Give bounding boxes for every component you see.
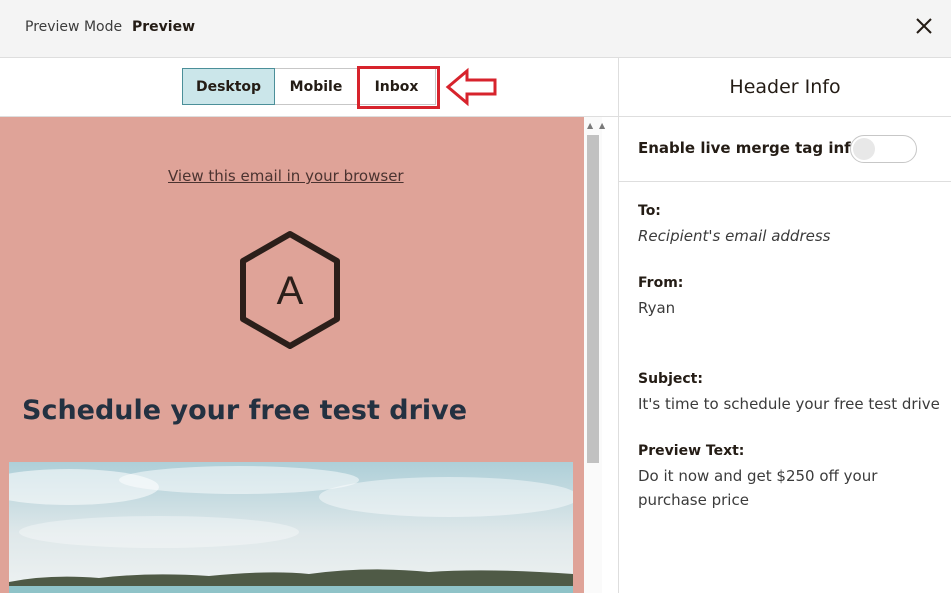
- preview-mode-label: Preview Mode: [25, 19, 123, 35]
- close-icon[interactable]: [913, 15, 935, 37]
- top-bar: Preview Mode Preview: [0, 0, 951, 58]
- email-headline: Schedule your free test drive: [22, 395, 468, 426]
- from-value: Ryan: [638, 299, 676, 317]
- preview-scrollbar[interactable]: ▲ ▲: [584, 117, 605, 593]
- from-label: From:: [638, 275, 684, 291]
- scroll-up-icon[interactable]: ▲: [599, 121, 605, 130]
- email-preview: View this email in your browser A Schedu…: [0, 117, 584, 593]
- to-value: Recipient's email address: [638, 227, 831, 245]
- merge-tag-row: Enable live merge tag info: [619, 117, 951, 182]
- inbox-highlight-box: [357, 66, 440, 109]
- preview-title: Preview: [132, 19, 196, 35]
- device-tab-bar: Desktop Mobile Inbox: [0, 58, 619, 117]
- from-field: From: Ryan: [638, 275, 683, 320]
- scrollbar-thumb[interactable]: [587, 135, 599, 463]
- panel-title: Header Info: [619, 58, 951, 117]
- tab-desktop[interactable]: Desktop: [182, 68, 275, 105]
- hero-image: [9, 462, 573, 593]
- preview-text-field: Preview Text: Do it now and get $250 off…: [638, 443, 928, 512]
- to-label: To:: [638, 203, 661, 219]
- arrow-left-icon: [445, 67, 497, 107]
- subject-value: It's time to schedule your free test dri…: [638, 395, 940, 413]
- toggle-knob: [853, 138, 875, 160]
- subject-field: Subject: It's time to schedule your free…: [638, 371, 940, 416]
- view-in-browser-link[interactable]: View this email in your browser: [168, 167, 404, 185]
- brand-logo: A: [240, 231, 340, 349]
- merge-tag-toggle[interactable]: [850, 135, 917, 163]
- merge-tag-label: Enable live merge tag info: [638, 139, 862, 157]
- preview-text-value: Do it now and get $250 off your purchase…: [638, 467, 878, 509]
- subject-label: Subject:: [638, 371, 703, 387]
- header-info-panel: Header Info Enable live merge tag info T…: [618, 58, 951, 593]
- logo-letter: A: [277, 269, 304, 313]
- scroll-up-icon[interactable]: ▲: [587, 121, 593, 130]
- tab-mobile[interactable]: Mobile: [275, 68, 358, 105]
- preview-text-label: Preview Text:: [638, 443, 745, 459]
- to-field: To: Recipient's email address: [638, 203, 830, 248]
